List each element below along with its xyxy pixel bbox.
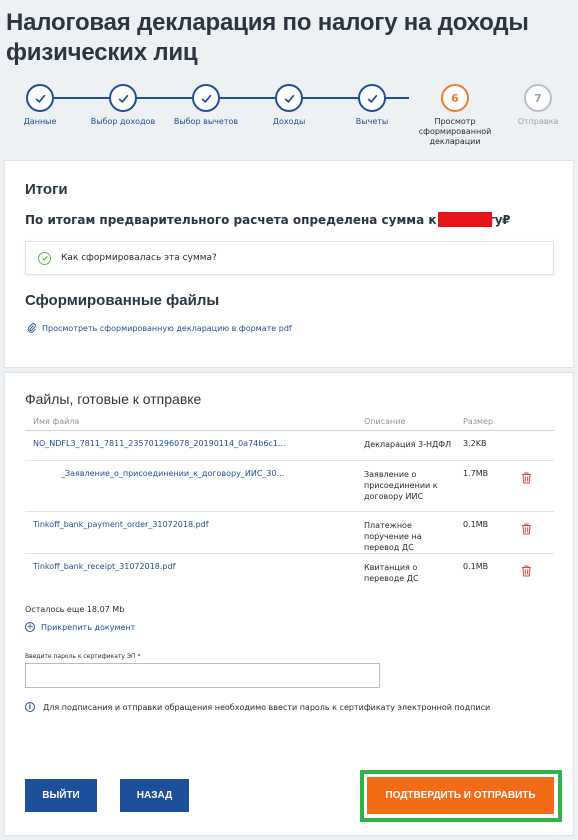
file-size: 1.7MB [463, 469, 489, 478]
view-pdf-link-text: Просмотреть сформированную декларацию в … [42, 323, 292, 333]
check-icon [275, 84, 303, 112]
table-row: Tinkoff_bank_payment_order_31072018.pdf … [25, 512, 554, 554]
step-income[interactable]: Доходы [247, 84, 331, 127]
currency-sign: ₽ [502, 213, 511, 227]
file-name-link[interactable]: NO_NDFL3_7811_7811_235701296078_20190114… [33, 439, 286, 448]
column-description: Описание [364, 417, 406, 426]
how-formed-label: Как сформировалась эта сумма? [61, 253, 217, 263]
plus-circle-icon: + [25, 622, 35, 632]
info-icon: i [25, 702, 35, 712]
step-deductions[interactable]: Вычеты [330, 84, 414, 127]
column-name: Имя файла [33, 417, 80, 426]
confirm-send-button[interactable]: ПОДТВЕРДИТЬ И ОТПРАВИТЬ [367, 777, 554, 814]
table-row: NO_NDFL3_7811_7811_235701296078_20190114… [25, 431, 554, 461]
table-row: Tinkoff_bank_receipt_31072018.pdf Квитан… [25, 554, 554, 595]
refund-text: По итогам предварительного расчета опред… [25, 213, 503, 227]
remaining-space: Осталось еще 18.07 Mb [25, 605, 125, 614]
table-row: _Заявление_о_присоединении_к_договору_ИИ… [25, 461, 554, 512]
certificate-password-input[interactable] [25, 663, 380, 688]
ready-files-heading: Файлы, готовые к отправке [25, 391, 202, 407]
check-icon [358, 84, 386, 112]
step-label: Вычеты [355, 117, 389, 126]
step-data[interactable]: Данные [0, 84, 82, 127]
file-description: Платежное поручение на перевод ДС [364, 521, 422, 552]
step-deductions-select[interactable]: Выбор вычетов [164, 84, 248, 127]
file-name-link[interactable]: Tinkoff_bank_receipt_31072018.pdf [33, 562, 175, 571]
file-size: 0.1MB [463, 520, 489, 529]
step-send: 7 Отправка [496, 84, 578, 127]
password-label: Введите пароль к сертификату ЭП * [25, 653, 141, 660]
results-card: Итоги По итогам предварительного расчета… [4, 160, 574, 368]
file-description: Декларация 3-НДФЛ [364, 440, 452, 449]
column-size: Размер [463, 417, 494, 426]
check-icon [109, 84, 137, 112]
file-size: 0.1MB [463, 562, 489, 571]
step-label: Просмотр сформированной декларации [418, 117, 492, 146]
progress-steps: Данные Выбор доходов Выбор вычетов Доход… [0, 84, 578, 154]
file-name-link[interactable]: Tinkoff_bank_payment_order_31072018.pdf [33, 520, 209, 529]
ready-files-card: Файлы, готовые к отправке Имя файла Опис… [4, 372, 574, 836]
step-label: Доходы [272, 117, 306, 126]
signature-info: i Для подписания и отправки обращения не… [25, 702, 490, 712]
results-heading: Итоги [25, 181, 68, 198]
files-table-header: Имя файла Описание Размер [25, 417, 554, 431]
how-formed-expander[interactable]: Как сформировалась эта сумма? [25, 241, 554, 275]
back-button[interactable]: НАЗАД [120, 779, 189, 812]
trash-icon[interactable] [521, 472, 532, 484]
attach-document-label: Прикрепить документ [41, 622, 136, 632]
step-income-select[interactable]: Выбор доходов [81, 84, 165, 127]
check-icon [26, 84, 54, 112]
step-label: Выбор вычетов [173, 117, 239, 126]
file-description: Квитанция о переводе ДС [364, 563, 419, 583]
file-size: 3.2KB [463, 439, 487, 448]
step-preview: 6 Просмотр сформированной декларации [413, 84, 497, 147]
step-number: 6 [441, 84, 469, 112]
signature-info-text: Для подписания и отправки обращения необ… [43, 702, 491, 712]
check-icon [192, 84, 220, 112]
step-label: Данные [23, 117, 57, 126]
page-title: Налоговая декларация по налогу на доходы… [6, 9, 529, 66]
trash-icon[interactable] [521, 565, 532, 577]
file-description: Заявление о присоединении к договору ИИС [364, 470, 438, 501]
view-pdf-link[interactable]: Просмотреть сформированную декларацию в … [27, 323, 292, 333]
trash-icon[interactable] [521, 523, 532, 535]
exit-button[interactable]: ВЫЙТИ [25, 779, 97, 812]
attach-document-link[interactable]: + Прикрепить документ [25, 622, 135, 632]
step-number: 7 [524, 84, 552, 112]
step-label: Выбор доходов [90, 117, 156, 126]
refund-amount-redacted [438, 212, 492, 227]
file-name-link[interactable]: _Заявление_о_присоединении_к_договору_ИИ… [61, 469, 284, 478]
paperclip-icon [27, 323, 36, 333]
check-circle-icon [38, 251, 51, 265]
step-label: Отправка [517, 117, 559, 126]
generated-files-heading: Сформированные файлы [25, 292, 220, 309]
